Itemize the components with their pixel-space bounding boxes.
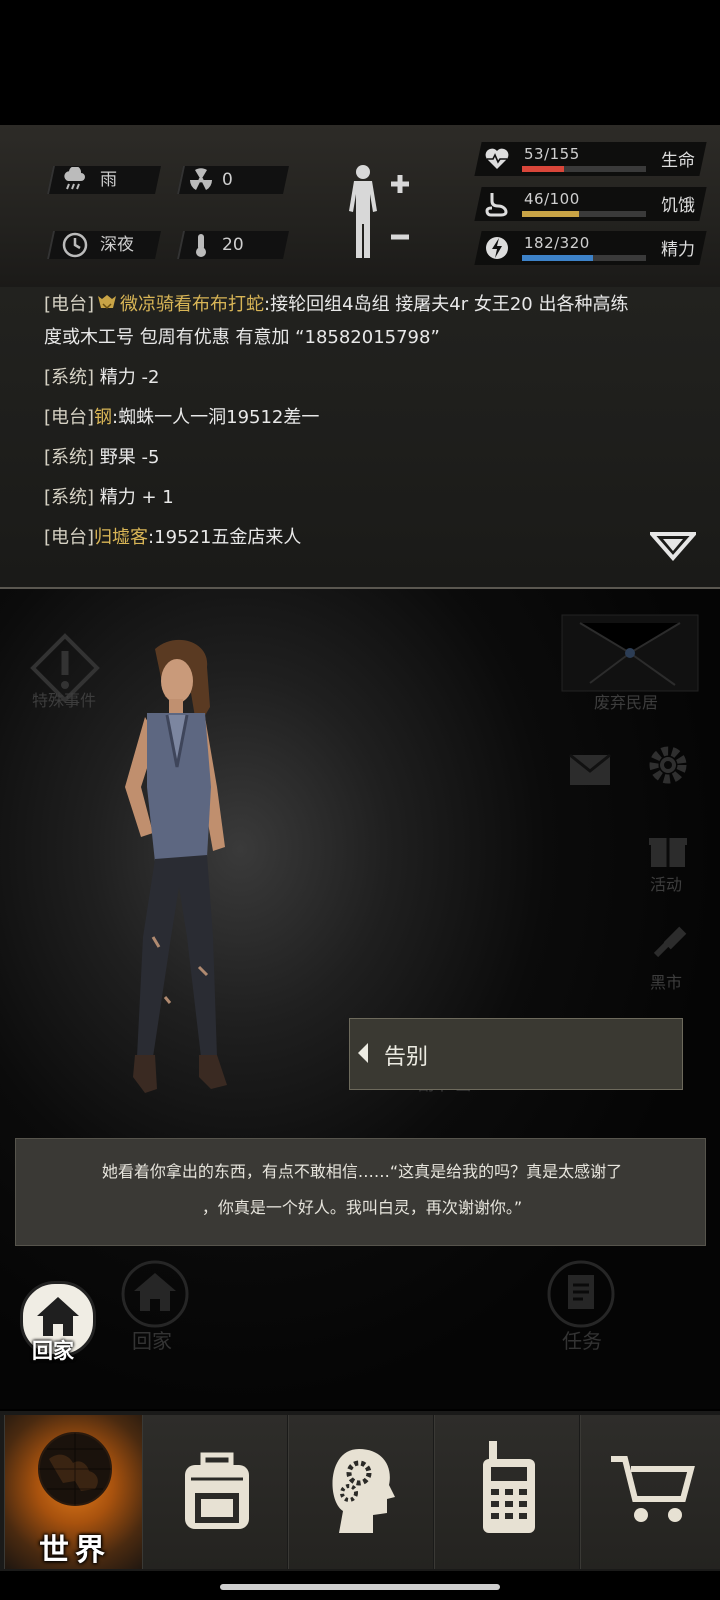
energy-bolt-icon — [486, 237, 508, 259]
bottom-nav: 世界 — [0, 1411, 720, 1571]
body-status-figure[interactable] — [345, 162, 415, 262]
log-line: [电台]钢:蜘蛛一人一洞19512差一 — [44, 407, 320, 428]
location-label: 废弃民居 — [594, 693, 659, 712]
time-label: 深夜 — [100, 235, 134, 255]
farewell-choice-button[interactable]: 告别 — [349, 1018, 683, 1090]
npc-character-portrait — [125, 639, 227, 1093]
log-line: [电台]归墟客:19521五金店来人 — [44, 527, 302, 548]
thermometer-icon — [196, 234, 206, 257]
hunger-label: 饥饿 — [661, 196, 695, 216]
settings-gear-icon[interactable] — [646, 743, 690, 787]
log-line: 度或木工号 包周有优惠 有意加 “18582015798” — [44, 327, 440, 348]
stomach-icon — [485, 193, 508, 217]
auction-hammer-icon[interactable] — [650, 925, 690, 965]
heart-pulse-icon — [485, 148, 509, 169]
expand-chevron-icon[interactable] — [650, 531, 696, 561]
nav-skills-tab[interactable] — [288, 1415, 433, 1569]
hunger-value: 46/100 — [524, 190, 580, 208]
radiation-status: 0 — [177, 166, 289, 194]
hunger-bar: 46/100 饥饿 — [474, 187, 707, 221]
rain-cloud-icon — [64, 167, 85, 190]
home-icon-dim[interactable] — [120, 1259, 190, 1329]
radiation-icon — [189, 168, 213, 190]
activity-label: 活动 — [650, 875, 683, 894]
nav-shop-tab[interactable] — [580, 1415, 720, 1569]
cart-icon — [611, 1456, 695, 1522]
home-indicator[interactable] — [220, 1584, 500, 1590]
dialog-box: 她看着你拿出的东西，有点不敢相信……“这真是给我的吗？真是太感谢了 ，你真是一个… — [15, 1138, 706, 1246]
farewell-label: 告别 — [384, 1045, 429, 1070]
mail-icon[interactable] — [568, 753, 612, 787]
skills-head-icon — [332, 1449, 395, 1533]
radio-icon — [483, 1441, 535, 1533]
vip-badge-icon — [98, 295, 117, 310]
radiation-value: 0 — [222, 170, 233, 190]
temperature-status: 20 — [177, 231, 289, 259]
health-bar: 53/155 生命 — [474, 142, 707, 176]
status-bar: 雨 0 深夜 20 53/155 生命 46/100 饥饿 182/320 精力 — [0, 125, 720, 288]
energy-label: 精力 — [661, 240, 695, 260]
time-status: 深夜 — [47, 231, 161, 259]
task-label: 任务 — [562, 1329, 602, 1353]
backpack-icon — [185, 1452, 249, 1529]
nav-world-label: 世界 — [39, 1533, 111, 1568]
weather-status: 雨 — [47, 166, 161, 194]
special-event-label: 特殊事件 — [32, 691, 97, 710]
dialog-line-1: 她看着你拿出的东西，有点不敢相信……“这真是给我的吗？真是太感谢了 — [101, 1162, 623, 1181]
home-label-dim: 回家 — [132, 1329, 172, 1353]
clock-icon — [62, 232, 88, 258]
gift-icon[interactable] — [648, 829, 688, 869]
weather-label: 雨 — [100, 170, 117, 190]
health-value: 53/155 — [524, 145, 580, 163]
log-line: [系统] 精力 + 1 — [44, 487, 174, 508]
log-line: [系统] 野果 -5 — [44, 447, 160, 468]
nav-world-tab[interactable]: 世界 — [4, 1415, 143, 1569]
black-market-label: 黑市 — [650, 973, 683, 992]
nav-radio-tab[interactable] — [434, 1415, 579, 1569]
home-icon — [37, 1297, 79, 1336]
energy-value: 182/320 — [524, 234, 590, 252]
dialog-line-2: ，你真是一个好人。我叫白灵，再次谢谢你。” — [201, 1198, 523, 1217]
log-line: [系统] 精力 -2 — [44, 367, 160, 388]
temperature-value: 20 — [222, 235, 244, 255]
scene-area: 特殊事件 废弃民居 活动 黑市 副本·凶 — [0, 589, 720, 1409]
caret-left-icon — [358, 1043, 368, 1063]
globe-icon — [38, 1432, 112, 1506]
log-line: [电台] 微凉骑看布布打蛇:接轮回组4岛组 接屠夫4r 女王20 出各种高练 — [44, 294, 629, 315]
energy-bar: 182/320 精力 — [474, 231, 707, 265]
task-icon[interactable] — [546, 1259, 616, 1329]
health-label: 生命 — [661, 151, 695, 171]
nav-backpack-tab[interactable] — [142, 1415, 287, 1569]
home-label: 回家 — [32, 1339, 74, 1363]
message-log[interactable]: [电台] 微凉骑看布布打蛇:接轮回组4岛组 接屠夫4r 女王20 出各种高练 度或… — [0, 287, 720, 589]
location-map-icon[interactable] — [560, 613, 700, 693]
